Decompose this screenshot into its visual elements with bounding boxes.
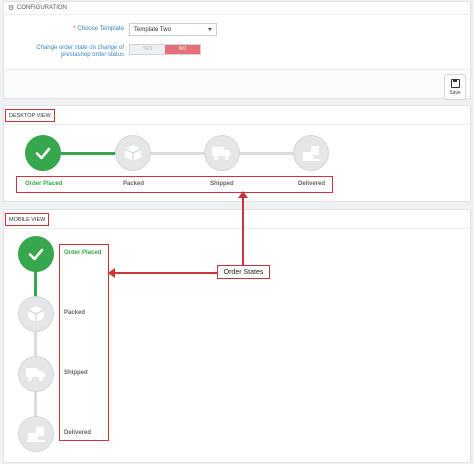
desktop-labels-highlight (16, 176, 333, 193)
delivered-box-icon (27, 427, 45, 442)
order-state-switch[interactable]: YES NO (129, 43, 201, 55)
mobile-label-packed: Packed (64, 310, 86, 316)
mobile-step-delivered (18, 416, 54, 452)
callout-connector-horizontal (109, 272, 217, 274)
desktop-step-order-placed (25, 135, 61, 171)
page: ⚙ CONFIGURATION * Choose Template Templat… (0, 0, 474, 464)
box-icon (124, 145, 142, 161)
desktop-track-2 (150, 152, 208, 155)
configuration-header: ⚙ CONFIGURATION (4, 2, 470, 15)
template-select-value: Template Two (134, 26, 171, 33)
divider (4, 124, 470, 125)
mobile-step-order-placed (18, 236, 54, 272)
order-state-row: Change order state on change of prestash… (28, 43, 201, 59)
desktop-label-shipped: Shipped (210, 181, 234, 187)
check-icon (28, 248, 44, 261)
template-row: * Choose Template Template Two (64, 23, 217, 36)
arrow-up-icon (238, 191, 248, 198)
template-label: * Choose Template (73, 26, 124, 32)
switch-no[interactable]: NO (165, 44, 200, 54)
desktop-label-packed: Packed (123, 181, 145, 187)
mobile-step-packed (18, 296, 54, 332)
divider (4, 228, 470, 229)
callout-connector-vertical (242, 193, 244, 265)
mobile-track-1 (34, 270, 37, 298)
check-icon (35, 147, 51, 160)
arrow-left-icon (108, 268, 115, 278)
delivered-box-icon (302, 146, 320, 161)
floppy-disk-icon (450, 78, 460, 88)
desktop-step-delivered (293, 135, 329, 171)
mobile-label-delivered: Delivered (64, 430, 92, 436)
mobile-label-order-placed: Order Placed (64, 250, 102, 256)
mobile-track-2 (34, 330, 37, 356)
mobile-labels-highlight (59, 244, 109, 441)
truck-icon (212, 147, 231, 160)
save-label: Save (449, 89, 461, 96)
desktop-step-shipped (204, 135, 240, 171)
box-icon (27, 306, 45, 322)
desktop-track-3 (239, 152, 297, 155)
desktop-label-order-placed: Order Placed (25, 181, 63, 187)
configuration-title: CONFIGURATION (17, 5, 67, 11)
mobile-label-shipped: Shipped (64, 370, 88, 376)
desktop-label-delivered: Delivered (298, 181, 326, 187)
chevron-down-icon (208, 28, 212, 31)
order-states-callout: Order States (217, 265, 270, 279)
template-select[interactable]: Template Two (129, 23, 217, 36)
panel-footer: Save (4, 69, 470, 100)
mobile-step-shipped (18, 356, 54, 392)
mobile-track-3 (34, 390, 37, 416)
desktop-view-title: DESKTOP VIEW (5, 109, 55, 122)
switch-yes[interactable]: YES (130, 44, 165, 54)
save-button[interactable]: Save (444, 74, 466, 100)
configuration-panel: ⚙ CONFIGURATION * Choose Template Templat… (3, 1, 471, 100)
desktop-track-1 (61, 152, 121, 155)
desktop-step-packed (115, 135, 151, 171)
order-state-label: Change order state on change of prestash… (36, 45, 124, 58)
cog-icon: ⚙ (8, 4, 15, 12)
truck-icon (26, 368, 45, 381)
mobile-view-title: MOBILE VIEW (5, 213, 50, 226)
